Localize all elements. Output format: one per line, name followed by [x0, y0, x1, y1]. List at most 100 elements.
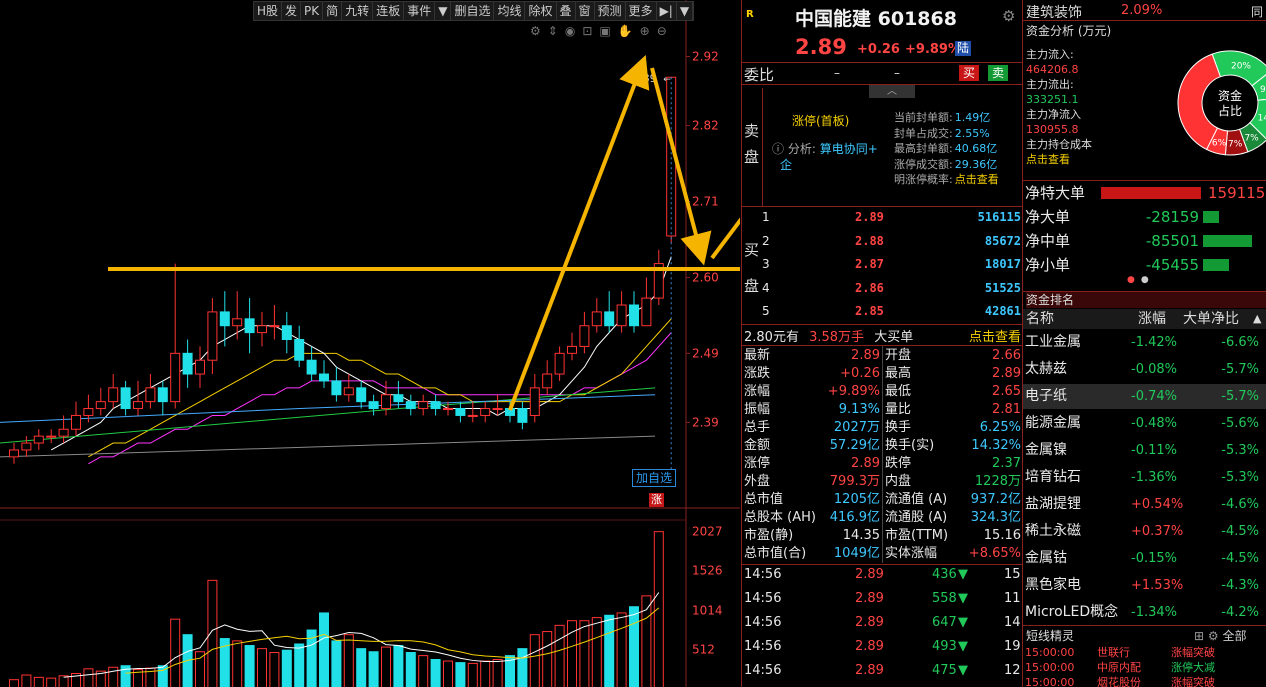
volume-bar[interactable] — [343, 634, 354, 687]
big-order-link[interactable]: 点击查看 — [969, 326, 1021, 345]
ranking-row[interactable]: MicroLED概念 -1.34% -4.2% — [1023, 600, 1266, 625]
volume-bar[interactable] — [405, 652, 416, 687]
candle-body[interactable] — [579, 325, 590, 347]
add-watchlist-button[interactable]: 加自选 — [632, 469, 677, 487]
kline-chart[interactable]: 2.922.822.712.602.492.392.89 ←20271526101… — [0, 0, 740, 687]
volume-bar[interactable] — [83, 668, 94, 687]
candle-body[interactable] — [133, 401, 143, 410]
toolbar-item[interactable]: 简 — [323, 2, 343, 20]
toolbar-item[interactable]: 均线 — [494, 2, 526, 20]
toolbar-item[interactable]: ▼ — [435, 2, 452, 20]
bid-row[interactable]: 1 2.89 516115 — [742, 208, 1023, 226]
volume-bar[interactable] — [418, 655, 429, 687]
candle-body[interactable] — [604, 311, 615, 327]
volume-bar[interactable] — [294, 643, 305, 687]
toolbar-item[interactable]: 除权 — [525, 2, 557, 20]
candle-body[interactable] — [443, 408, 453, 411]
volume-bar[interactable] — [616, 612, 627, 687]
ranking-row[interactable]: 稀土永磁 +0.37% -4.5% — [1023, 519, 1266, 544]
candle-body[interactable] — [567, 345, 577, 354]
candle-body[interactable] — [108, 387, 119, 403]
toolbar-item[interactable]: H股 — [254, 2, 283, 20]
volume-bar[interactable] — [331, 640, 342, 687]
volume-bar[interactable] — [604, 614, 615, 687]
ranking-row[interactable]: 黑色家电 +1.53% -4.3% — [1023, 573, 1266, 598]
page-dots[interactable]: ●● — [1127, 275, 1155, 285]
ranking-row[interactable]: 能源金属 -0.48% -5.6% — [1023, 411, 1266, 436]
candle-body[interactable] — [182, 352, 193, 375]
volume-bar[interactable] — [480, 660, 491, 687]
candle-body[interactable] — [641, 297, 652, 327]
sort-up-icon[interactable]: ▲ — [1253, 309, 1261, 329]
volume-bar[interactable] — [58, 675, 69, 687]
candle-body[interactable] — [244, 318, 255, 334]
candle-body[interactable] — [542, 373, 553, 389]
candle-body[interactable] — [21, 442, 32, 451]
candle-body[interactable] — [46, 435, 57, 438]
adjust-icon[interactable]: ⇕ — [548, 24, 558, 38]
volume-bar[interactable] — [368, 651, 379, 687]
candle-body[interactable] — [319, 373, 329, 382]
candle-body[interactable] — [430, 401, 441, 410]
bid-row[interactable]: 5 2.85 42861 — [742, 302, 1023, 320]
volume-bar[interactable] — [529, 634, 540, 687]
gear-icon[interactable]: ⚙ — [1002, 7, 1015, 25]
ranking-row[interactable]: 工业金属 -1.42% -6.6% — [1023, 330, 1266, 355]
toolbar-item[interactable]: ▼ — [677, 2, 694, 20]
candle-body[interactable] — [616, 304, 627, 327]
candle-body[interactable] — [393, 394, 404, 403]
sector-name[interactable]: 建筑装饰 — [1026, 2, 1082, 22]
ranking-row[interactable]: 金属镍 -0.11% -5.3% — [1023, 438, 1266, 463]
volume-bar[interactable] — [591, 617, 602, 687]
bid-row[interactable]: 3 2.87 18017 — [742, 255, 1023, 273]
candle-body[interactable] — [157, 387, 168, 403]
volume-bar[interactable] — [443, 660, 453, 687]
toolbar-item[interactable]: PK — [301, 2, 324, 20]
candle-body[interactable] — [170, 352, 181, 403]
toolbar-item[interactable]: 事件 — [404, 2, 436, 20]
candle-body[interactable] — [331, 380, 342, 396]
bid-row[interactable]: 4 2.86 51525 — [742, 279, 1023, 297]
volume-bar[interactable] — [257, 648, 267, 687]
bid-row[interactable]: 2 2.88 85672 — [742, 232, 1023, 250]
spirit-all[interactable]: 全部 — [1222, 629, 1246, 643]
candle-body[interactable] — [145, 387, 156, 403]
ranking-row[interactable]: 金属钴 -0.15% -4.5% — [1023, 546, 1266, 571]
candle-body[interactable] — [343, 387, 354, 396]
settings-icon[interactable]: ⚙ — [1208, 629, 1219, 643]
candle-body[interactable] — [71, 414, 81, 430]
volume-bar[interactable] — [393, 645, 404, 687]
candle-body[interactable] — [195, 359, 205, 375]
candle-body[interactable] — [529, 387, 540, 416]
spirit-row[interactable]: 15:00:00 世联行 涨幅突破 — [1023, 645, 1266, 660]
volume-bar[interactable] — [319, 612, 329, 687]
volume-bar[interactable] — [108, 666, 119, 687]
candle-body[interactable] — [554, 352, 565, 375]
candle-body[interactable] — [58, 428, 69, 437]
volume-bar[interactable] — [455, 662, 466, 687]
candle-body[interactable] — [269, 325, 280, 328]
candle-body[interactable] — [467, 414, 478, 417]
volume-bar[interactable] — [207, 579, 218, 687]
volume-bar[interactable] — [492, 659, 503, 687]
volume-bar[interactable] — [269, 652, 280, 687]
volume-bar[interactable] — [517, 648, 528, 687]
expand-icon[interactable]: ⊞ — [1194, 629, 1204, 643]
volume-bar[interactable] — [356, 648, 367, 687]
candle-body[interactable] — [120, 387, 131, 410]
settings-icon[interactable]: ⚙ — [530, 24, 541, 38]
toolbar-item[interactable]: ▶| — [657, 2, 677, 20]
volume-bar[interactable] — [629, 606, 639, 687]
hand-icon[interactable]: ✋ — [618, 24, 633, 38]
candle-body[interactable] — [9, 449, 19, 458]
volume-bar[interactable] — [244, 645, 255, 687]
volume-bar[interactable] — [281, 649, 292, 687]
candle-body[interactable] — [281, 325, 292, 341]
candle-body[interactable] — [381, 394, 391, 410]
candle-body[interactable] — [455, 408, 466, 416]
candle-body[interactable] — [95, 401, 106, 410]
ranking-row[interactable]: 培育钻石 -1.36% -5.3% — [1023, 465, 1266, 490]
volume-bar[interactable] — [381, 646, 391, 687]
volume-bar[interactable] — [21, 674, 32, 687]
eye-icon[interactable]: ◉ — [565, 24, 575, 38]
